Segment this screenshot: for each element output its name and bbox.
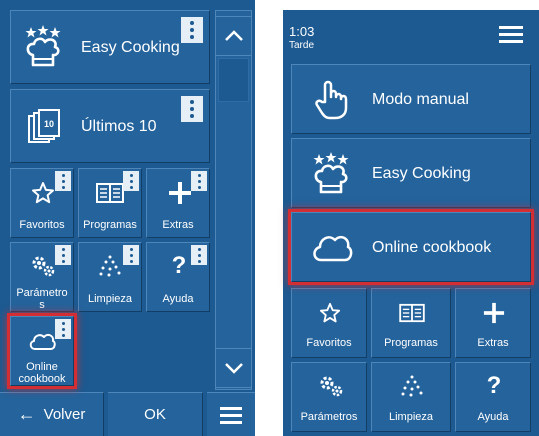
online-cookbook-tile[interactable]: Online cookbook: [288, 209, 534, 285]
stacked-pages-icon: 10: [27, 108, 61, 146]
ok-label: OK: [144, 406, 166, 423]
programas-tile[interactable]: Programas: [371, 288, 451, 358]
parametros-menu-icon[interactable]: [55, 245, 71, 265]
cloud-icon: [27, 329, 57, 353]
ayuda-label: Ayuda: [162, 293, 194, 305]
svg-text:10: 10: [44, 119, 54, 129]
chef-hat-icon: [23, 25, 63, 69]
book-icon: [95, 179, 125, 207]
limpieza-tile[interactable]: Limpieza: [78, 242, 142, 312]
parametros-label-line2: s: [39, 299, 45, 311]
back-label: Volver: [43, 406, 86, 423]
question-mark-icon: ?: [171, 252, 187, 279]
favoritos-label: Favoritos: [306, 337, 352, 349]
right-menu-button[interactable]: [499, 24, 523, 44]
parametros-tile[interactable]: Parámetros: [291, 362, 367, 432]
online-cookbook-label: Online cookbook: [11, 361, 73, 385]
easy-cooking-tile[interactable]: Easy Cooking: [291, 138, 531, 208]
scroll-up-button[interactable]: [215, 16, 252, 56]
extras-menu-icon[interactable]: [191, 171, 207, 191]
limpieza-menu-icon[interactable]: [123, 245, 139, 265]
ayuda-label: Ayuda: [477, 411, 509, 423]
clock-period: Tarde: [289, 40, 315, 51]
extras-label: Extras: [162, 219, 194, 231]
sparkle-clean-icon: [400, 373, 426, 399]
sparkle-clean-icon: [97, 253, 125, 279]
arrow-left-icon: ←: [17, 404, 36, 424]
favoritos-tile[interactable]: Favoritos: [10, 168, 74, 238]
online-cookbook-tile[interactable]: Online cookbook: [7, 313, 77, 389]
scrollbar-thumb[interactable]: [218, 58, 249, 102]
parametros-label: Parámetros: [11, 287, 73, 311]
online-cookbook-label: Online cookbook: [372, 239, 492, 256]
easy-cooking-label: Easy Cooking: [81, 39, 180, 56]
chevron-down-icon: [224, 363, 243, 374]
online-cookbook-menu-icon[interactable]: [55, 319, 71, 339]
easy-cooking-menu-icon[interactable]: [181, 17, 203, 43]
favoritos-tile[interactable]: Favoritos: [291, 288, 367, 358]
parametros-tile[interactable]: Parámetros: [10, 242, 74, 312]
ayuda-menu-icon[interactable]: [191, 245, 207, 265]
modo-manual-tile[interactable]: Modo manual: [291, 64, 531, 134]
online-cookbook-label-line2: cookbook: [18, 373, 66, 385]
left-menu-button[interactable]: [207, 392, 255, 436]
favoritos-menu-icon[interactable]: [55, 171, 71, 191]
chef-hat-icon: [310, 151, 352, 197]
clock-time: 1:03: [289, 24, 315, 39]
gears-icon: [318, 373, 344, 399]
cloud-icon: [310, 229, 354, 265]
gears-icon: [29, 253, 57, 279]
ultimos-tile[interactable]: 10 Últimos 10: [10, 89, 210, 163]
chevron-up-icon: [224, 30, 243, 41]
limpieza-label: Limpieza: [87, 293, 133, 305]
plus-icon: [167, 179, 193, 207]
plus-icon: [482, 301, 506, 325]
ultimos-menu-icon[interactable]: [181, 96, 203, 122]
ultimos-label: Últimos 10: [81, 118, 157, 135]
easy-cooking-tile[interactable]: Easy Cooking: [10, 10, 210, 84]
easy-cooking-label: Easy Cooking: [372, 165, 471, 182]
favoritos-label: Favoritos: [19, 219, 65, 231]
back-button[interactable]: ← Volver: [0, 392, 104, 436]
parametros-label: Parámetros: [300, 411, 358, 423]
hand-pointer-icon: [312, 79, 352, 121]
question-mark-icon: ?: [486, 372, 502, 399]
limpieza-label: Limpieza: [388, 411, 434, 423]
programas-menu-icon[interactable]: [123, 171, 139, 191]
parametros-label-line1: Parámetro: [16, 287, 68, 299]
left-screen: Easy Cooking 10 Últimos 10 Favoritos Pro…: [0, 0, 255, 436]
ok-button[interactable]: OK: [108, 392, 203, 436]
book-icon: [398, 301, 426, 325]
ayuda-tile[interactable]: ? Ayuda: [455, 362, 531, 432]
programas-label: Programas: [83, 219, 137, 231]
programas-label: Programas: [384, 337, 438, 349]
modo-manual-label: Modo manual: [372, 91, 469, 108]
programas-tile[interactable]: Programas: [78, 168, 142, 238]
limpieza-tile[interactable]: Limpieza: [371, 362, 451, 432]
star-outline-icon: [318, 301, 342, 325]
right-screen: 1:03 Tarde Modo manual Easy Cooking Onli…: [283, 10, 539, 436]
status-bar: 1:03 Tarde: [283, 10, 539, 64]
scroll-down-button[interactable]: [215, 348, 252, 388]
extras-tile[interactable]: Extras: [455, 288, 531, 358]
star-outline-icon: [29, 179, 57, 207]
hamburger-menu-icon: [220, 406, 242, 424]
ayuda-tile[interactable]: ? Ayuda: [146, 242, 210, 312]
online-cookbook-label-line1: Online: [26, 361, 58, 373]
extras-tile[interactable]: Extras: [146, 168, 210, 238]
hamburger-menu-icon: [499, 26, 523, 43]
extras-label: Extras: [477, 337, 509, 349]
